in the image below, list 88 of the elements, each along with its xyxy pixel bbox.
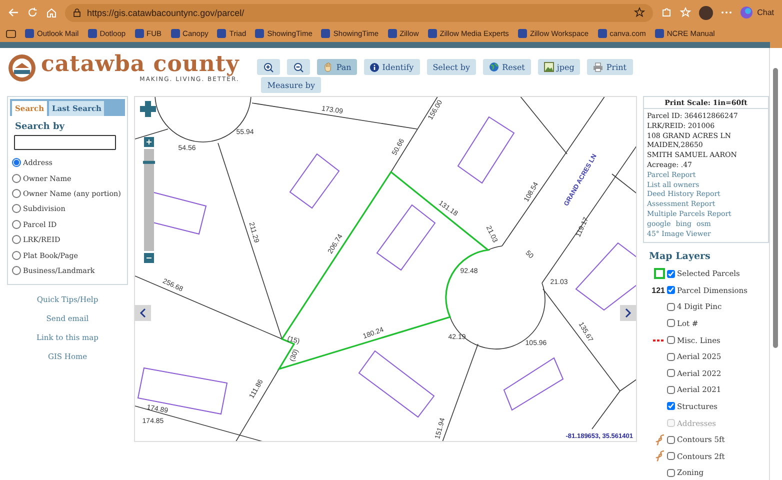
sidebar-icon[interactable] [6,30,16,38]
bookmark-icon [255,29,264,38]
layer-checkbox[interactable] [667,302,675,311]
zoom-in-button[interactable] [144,137,154,147]
layer-checkbox[interactable] [667,270,675,278]
chevron-left-icon [139,308,147,318]
dashed-line-icon [653,338,665,342]
parcel-line [135,128,168,140]
layer-checkbox[interactable] [667,436,675,444]
dimension-legend: 121 [652,286,665,295]
bookmark-icon [518,29,527,38]
next-button[interactable] [620,305,636,321]
selected-parcel-swatch-icon [654,268,665,280]
toolbar-button[interactable]: Measure by [261,77,322,93]
home-icon[interactable] [46,7,57,18]
globe-icon [489,62,500,72]
scrollbar[interactable] [769,48,782,480]
cul-de-sac-line [488,246,502,250]
chevron-right-icon [624,308,632,318]
previous-button[interactable] [135,305,151,321]
structure-outline [575,242,636,311]
bookmark-icon [134,29,144,38]
toolbar-button[interactable] [257,59,280,75]
address-bar[interactable]: https://gis.catawbacountync.gov/parcel/ [65,4,654,22]
structure-outline [457,116,515,184]
bookmark-icon [25,29,34,38]
star-icon[interactable] [634,7,646,18]
pan-control-icon[interactable] [140,101,156,117]
lock-icon [73,8,81,17]
chat-icon [740,6,754,19]
search-type-radio[interactable] [12,204,21,214]
structure-outline [289,153,340,209]
toolbar-button[interactable] [287,59,310,75]
search-type-radio[interactable] [12,174,21,183]
search-heading: Search by [15,122,66,132]
contour-icon [655,450,665,462]
logo-icon [7,52,37,82]
bookmark-icon [170,29,180,38]
hand-icon [323,62,334,72]
layer-checkbox[interactable] [667,386,675,394]
bookmark-icon [321,29,330,38]
structure-outline [503,357,564,411]
map-layers-title: Map Layers [649,251,712,262]
search-type-radio[interactable] [12,266,21,275]
info-icon [370,62,380,72]
search-field[interactable] [14,135,116,150]
zoom-out-button[interactable] [144,253,154,263]
toolbar-button[interactable]: jpeg [538,59,580,75]
bookmark-icon [428,29,437,38]
image-icon [544,62,554,72]
layer-checkbox[interactable] [667,286,675,294]
toolbar-button[interactable]: Reset [483,59,531,75]
toolbar-button[interactable]: Select by [426,59,476,75]
profile-avatar[interactable] [699,6,714,20]
bookmark-icon [388,29,397,38]
bookmark-icon [598,29,607,38]
bookmark-icon [654,29,664,38]
structure-outline [376,204,436,271]
zoom-slider-handle[interactable] [143,160,155,164]
layer-checkbox[interactable] [667,402,675,410]
search-type-radio[interactable] [12,188,21,198]
toolbar-button[interactable]: Pan [317,59,358,75]
back-icon[interactable] [8,7,19,18]
logo-name: catawba county [41,52,240,76]
layer-checkbox[interactable] [667,319,675,328]
search-type-radio[interactable] [12,158,21,168]
search-type-radio[interactable] [12,220,21,229]
bookmark-icon [88,29,97,38]
favorites-icon[interactable] [680,7,692,18]
zoom-slider[interactable] [143,149,155,251]
search-type-radio[interactable] [12,250,21,260]
printer-icon [593,62,604,72]
search-type-radio[interactable] [12,235,21,244]
bookmark-icon [217,29,226,38]
more-icon[interactable] [721,11,732,14]
toolbar-button[interactable]: Identify [364,59,420,75]
extension-icon[interactable] [661,7,672,18]
reload-icon[interactable] [27,7,38,18]
zoom-out-icon [293,62,304,72]
toolbar-button[interactable]: Print [587,59,632,75]
layer-checkbox[interactable] [667,369,675,378]
layer-checkbox[interactable] [667,352,675,361]
zoom-in-icon [263,62,274,72]
contour-icon [655,434,665,446]
layer-checkbox[interactable] [667,468,675,477]
layer-checkbox[interactable] [667,336,675,344]
chat-button[interactable]: Chat [740,6,774,19]
layer-checkbox[interactable] [667,452,675,460]
